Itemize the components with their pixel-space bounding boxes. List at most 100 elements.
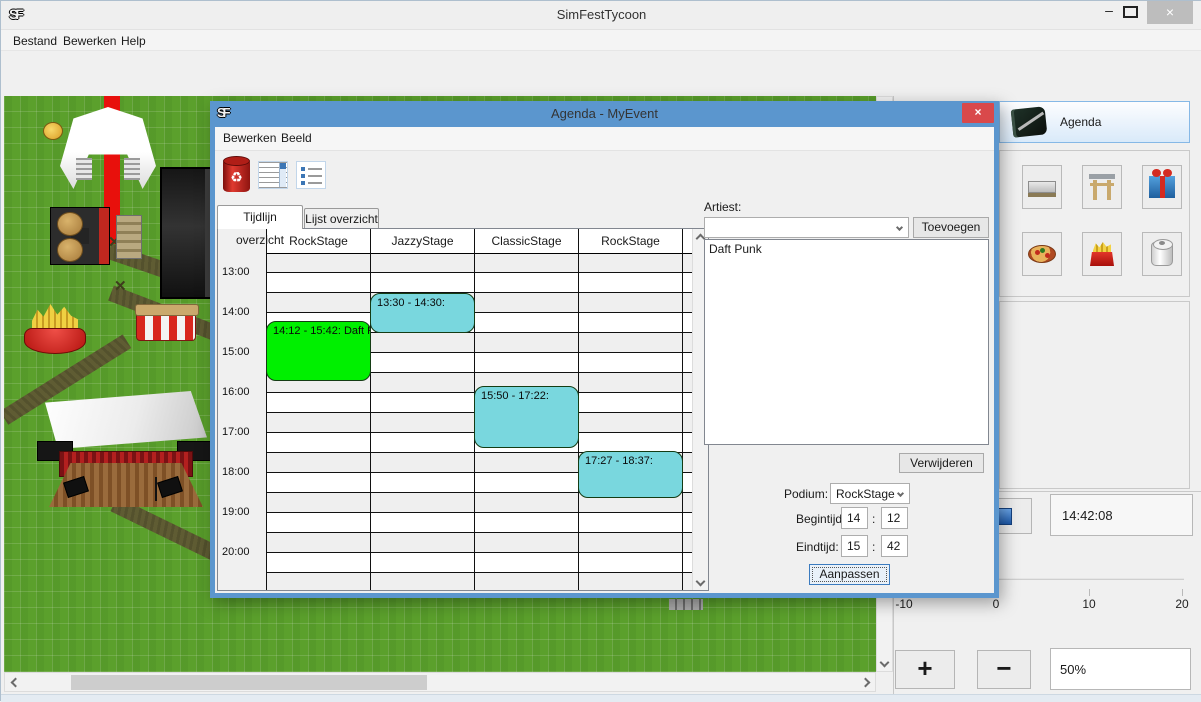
dialog-menu-bewerken[interactable]: Bewerken <box>219 130 280 146</box>
dialog-title: Agenda - MyEvent <box>210 101 999 127</box>
dialog-toolbar: ♻ <box>215 151 994 201</box>
map-tent-leg <box>124 158 140 180</box>
maximize-button[interactable] <box>1123 6 1138 18</box>
bowl-icon <box>24 328 86 354</box>
gift-box-button[interactable] <box>1142 165 1182 209</box>
timeline-panel: 13:0014:0015:0016:0017:0018:0019:0020:00… <box>217 228 709 591</box>
trash-icon[interactable]: ♻ <box>223 159 250 192</box>
grid-row[interactable] <box>266 253 692 273</box>
burger-icon <box>57 238 83 262</box>
end-hour-input[interactable]: 15 <box>841 535 868 557</box>
stage-column-header: JazzyStage <box>371 229 474 253</box>
dialog-menu-beeld[interactable]: Beeld <box>277 130 316 146</box>
grid-row[interactable] <box>266 513 692 533</box>
timeline-view-icon[interactable] <box>258 161 288 189</box>
map-table[interactable] <box>116 215 142 259</box>
torii-gate-button[interactable] <box>1082 165 1122 209</box>
dialog-menubar: Bewerken Beeld <box>215 127 994 151</box>
grid-row[interactable] <box>266 273 692 293</box>
event-block[interactable]: 15:50 - 17:22: <box>474 386 579 447</box>
menu-bewerken[interactable]: Bewerken <box>59 33 120 49</box>
map-rig-structure[interactable] <box>160 167 213 299</box>
time-label: 20:00 <box>222 546 262 558</box>
map-striped-stand[interactable] <box>136 307 196 341</box>
scrollbar-thumb[interactable] <box>71 675 427 690</box>
begin-time-label: Begintijd: <box>796 512 845 526</box>
dialog-close-button[interactable]: × <box>962 103 994 123</box>
burger-icon <box>57 212 83 236</box>
artist-listbox[interactable]: Daft Punk <box>704 239 989 445</box>
podium-dropdown[interactable]: RockStage <box>830 483 910 504</box>
main-toolbar <box>1 51 1201 96</box>
main-titlebar: SF SimFestTycoon – × <box>1 1 1201 29</box>
map-fries-stand[interactable] <box>24 304 86 354</box>
time-colon: : <box>872 540 875 554</box>
sidebar-item-agenda[interactable]: Agenda <box>999 101 1190 143</box>
map-object <box>669 599 703 610</box>
time-label: 13:00 <box>222 266 262 278</box>
map-burger-stand[interactable] <box>50 207 110 265</box>
remove-button[interactable]: Verwijderen <box>899 453 984 473</box>
main-menubar: Bestand Bewerken Help <box>1 29 1201 51</box>
grid-row[interactable] <box>266 573 692 591</box>
time-label: 14:00 <box>222 306 262 318</box>
time-label: 19:00 <box>222 506 262 518</box>
zoom-out-button[interactable]: − <box>977 650 1031 689</box>
stage-column-header: RockStage <box>579 229 682 253</box>
map-tent-logo <box>43 122 63 140</box>
scroll-right-icon[interactable] <box>857 673 873 691</box>
slider-tick <box>1089 589 1090 596</box>
scroll-down-icon[interactable] <box>693 574 708 588</box>
event-block[interactable]: 13:30 - 14:30: <box>370 293 475 333</box>
empty-group <box>999 301 1190 489</box>
time-colon: : <box>872 512 875 526</box>
begin-hour-input[interactable]: 14 <box>841 507 868 529</box>
tab-tijdlijn-overzicht[interactable]: Tijdlijn overzicht <box>217 205 303 229</box>
add-artist-button[interactable]: Toevoegen <box>913 217 989 238</box>
menu-help[interactable]: Help <box>117 33 150 49</box>
pizza-button[interactable] <box>1022 232 1062 276</box>
menu-bestand[interactable]: Bestand <box>9 33 61 49</box>
scroll-down-icon[interactable] <box>877 654 892 670</box>
slider-tick <box>1182 589 1183 596</box>
map-path-junction: ✕ <box>114 280 128 294</box>
grid-row[interactable] <box>266 293 692 313</box>
event-block-selected[interactable]: 14:12 - 15:42: Daft Punk <box>266 321 371 381</box>
podium-label: Podium: <box>784 487 828 501</box>
game-clock: 14:42:08 <box>1050 494 1193 536</box>
zoom-level: 50% <box>1050 648 1191 690</box>
fries-button[interactable] <box>1082 232 1122 276</box>
apply-button[interactable]: Aanpassen <box>809 564 890 585</box>
slider-tick-label: 10 <box>1074 597 1104 611</box>
shop-items-group <box>999 150 1190 297</box>
tab-lijst-overzicht[interactable]: Lijst overzicht <box>304 208 379 229</box>
chevron-down-icon <box>897 490 904 497</box>
scroll-left-icon[interactable] <box>7 673 23 691</box>
list-view-icon[interactable] <box>296 161 326 189</box>
grid-row[interactable] <box>266 533 692 553</box>
road-tile-icon <box>1028 181 1056 193</box>
toilet-paper-icon <box>1151 242 1173 266</box>
toilet-paper-button[interactable] <box>1142 232 1182 276</box>
zoom-in-button[interactable]: + <box>895 650 955 689</box>
slider-tick-label: -10 <box>889 597 919 611</box>
minimize-button[interactable]: – <box>1097 1 1121 24</box>
time-gutter: 13:0014:0015:0016:0017:0018:0019:0020:00 <box>218 229 266 591</box>
end-time-label: Eindtijd: <box>796 540 839 554</box>
artist-dropdown[interactable] <box>704 217 909 238</box>
map-horizontal-scrollbar[interactable] <box>4 672 876 692</box>
begin-minute-input[interactable]: 12 <box>881 507 908 529</box>
end-minute-input[interactable]: 42 <box>881 535 908 557</box>
agenda-book-icon <box>1011 106 1048 137</box>
chevron-down-icon <box>896 224 903 231</box>
time-label: 16:00 <box>222 386 262 398</box>
slider-tick-label: 20 <box>1167 597 1197 611</box>
time-label: 17:00 <box>222 426 262 438</box>
main-window: SF SimFestTycoon – × Bestand Bewerken He… <box>0 0 1201 701</box>
grid-row[interactable] <box>266 553 692 573</box>
event-block[interactable]: 17:27 - 18:37: <box>578 451 683 498</box>
close-button[interactable]: × <box>1147 1 1193 24</box>
road-tile-button[interactable] <box>1022 165 1062 209</box>
map-main-stage[interactable] <box>37 391 213 489</box>
artist-list-item[interactable]: Daft Punk <box>709 242 984 256</box>
